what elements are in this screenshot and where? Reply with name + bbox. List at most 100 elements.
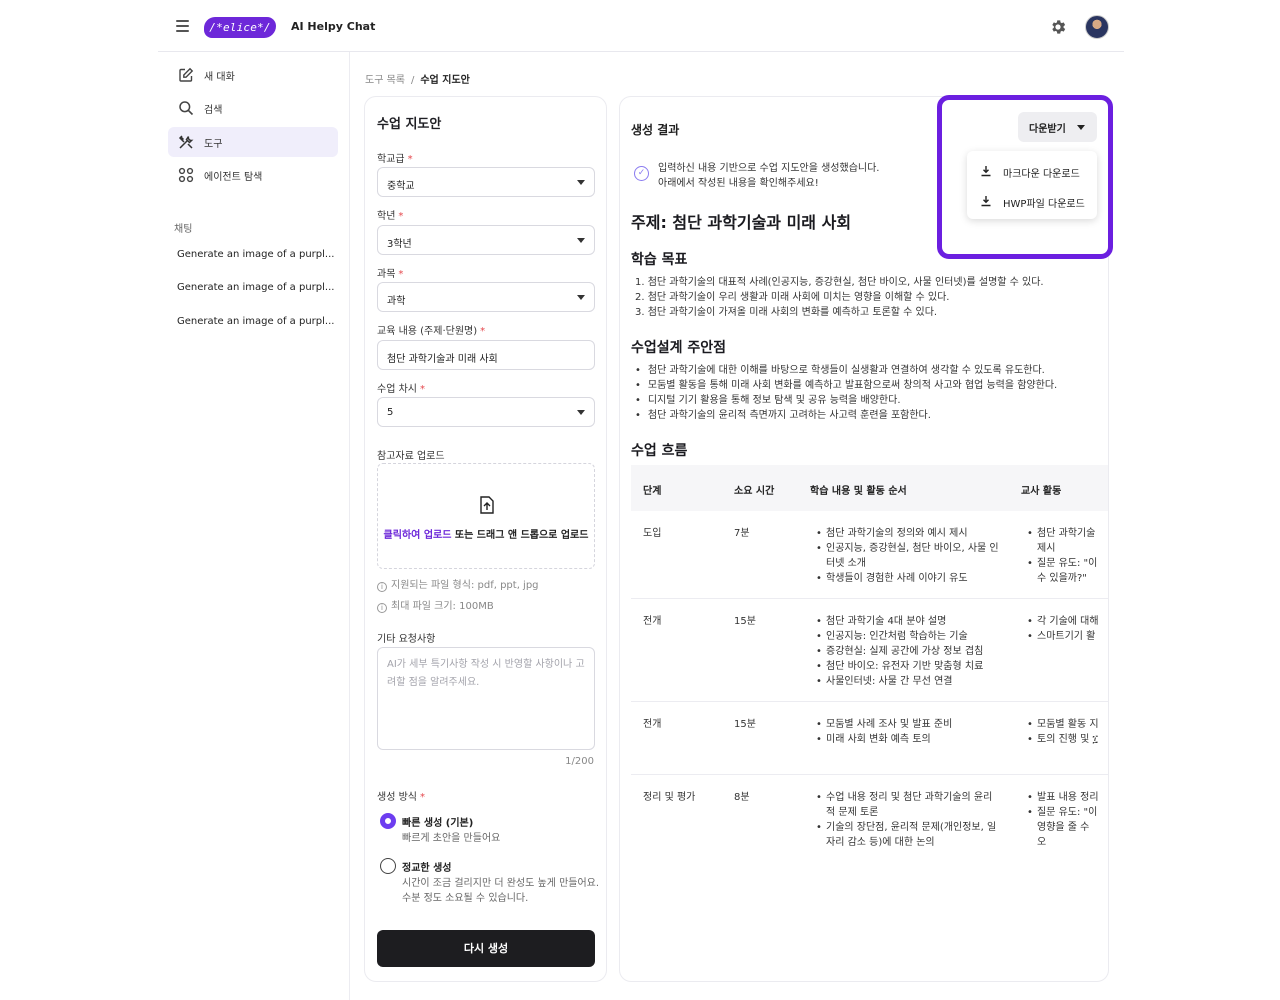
flow-heading: 수업 흐름 xyxy=(631,443,688,459)
content-input[interactable]: 첨단 과학기술과 미래 사회 xyxy=(377,340,595,370)
mode-label: 생성 방식 * xyxy=(377,792,425,803)
list-item: 3. 첨단 과학기술이 가져올 미래 사회의 변화를 예측하고 토론할 수 있다… xyxy=(635,307,938,318)
list-item: 디지털 기기 활용을 통해 정보 탐색 및 공유 능력을 배양한다. xyxy=(635,393,1057,408)
column-header: 소요 시간 xyxy=(734,486,775,497)
gear-icon[interactable] xyxy=(1049,18,1067,36)
result-notice: 입력하신 내용 기반으로 수업 지도안을 생성했습니다. 아래에서 작성된 내용을… xyxy=(658,163,880,189)
stage-cell: 도입 xyxy=(643,528,662,539)
textarea-placeholder: AI가 세부 특기사항 작성 시 반영할 사항이나 고려할 점을 알려주세요. xyxy=(387,659,585,688)
file-upload-icon xyxy=(480,496,494,514)
caret-down-icon xyxy=(577,295,585,300)
sidebar-item-label: 도구 xyxy=(204,139,223,150)
caret-down-icon xyxy=(577,410,585,415)
breadcrumb-parent[interactable]: 도구 목록 xyxy=(365,75,405,86)
avatar[interactable] xyxy=(1085,15,1109,39)
table-header: 단계 소요 시간 학습 내용 및 활동 순서 교사 활동 xyxy=(631,465,1108,511)
sidebar-item-label: 새 대화 xyxy=(204,72,235,83)
tools-icon xyxy=(178,135,194,149)
time-cell: 15분 xyxy=(734,616,756,627)
table-row: 정리 및 평가 8분 수업 내용 정리 및 첨단 과학기술의 윤리적 문제 토론… xyxy=(631,775,1108,865)
highlight-box xyxy=(937,95,1113,259)
goals-list: 1. 첨단 과학기술의 대표적 사례(인공지능, 증강현실, 첨단 바이오, 사… xyxy=(635,275,1044,320)
upload-format-hint: i 지원되는 파일 형식: pdf, ppt, jpg xyxy=(377,576,539,592)
topic-heading: 주제: 첨단 과학기술과 미래 사회 xyxy=(631,213,852,232)
school-level-label: 학교급 * xyxy=(377,154,413,165)
column-header: 학습 내용 및 활동 순서 xyxy=(810,486,907,497)
chat-history-item[interactable]: Generate an image of a purpl... xyxy=(177,316,334,327)
breadcrumb-separator: / xyxy=(410,75,415,86)
grade-select[interactable]: 3학년 xyxy=(377,225,595,255)
extra-request-textarea[interactable]: AI가 세부 특기사항 작성 시 반영할 사항이나 고려할 점을 알려주세요. xyxy=(377,647,595,750)
radio-precise[interactable] xyxy=(380,858,396,874)
teacher-cell: 첨단 과학기술 제시질문 유도: "이 수 있을까?" xyxy=(1027,526,1099,586)
sidebar-item-tools[interactable]: 도구 xyxy=(168,127,338,157)
stage-cell: 전개 xyxy=(643,719,662,730)
list-item: 2. 첨단 과학기술이 우리 생활과 미래 사회에 미치는 영향을 이해할 수 … xyxy=(635,292,950,303)
list-item: 1. 첨단 과학기술의 대표적 사례(인공지능, 증강현실, 첨단 바이오, 사… xyxy=(635,277,1044,288)
subject-select[interactable]: 과학 xyxy=(377,282,595,312)
list-item: 첨단 과학기술의 윤리적 측면까지 고려하는 사고력 훈련을 포함한다. xyxy=(635,408,1057,423)
caret-down-icon xyxy=(577,238,585,243)
session-label: 수업 차시 * xyxy=(377,384,425,395)
regenerate-button[interactable]: 다시 생성 xyxy=(377,930,595,967)
radio-fast[interactable] xyxy=(380,813,396,829)
chat-history-item[interactable]: Generate an image of a purpl... xyxy=(177,249,334,260)
goals-heading: 학습 목표 xyxy=(631,252,688,268)
chat-history-item[interactable]: Generate an image of a purpl... xyxy=(177,282,334,293)
chat-section-label: 채팅 xyxy=(174,224,193,235)
upload-link[interactable]: 클릭하여 업로드 xyxy=(384,530,452,541)
time-cell: 15분 xyxy=(734,719,756,730)
stage-cell: 전개 xyxy=(643,616,662,627)
table-row: 도입 7분 첨단 과학기술의 정의와 예시 제시인공지능, 증강현실, 첨단 바… xyxy=(631,511,1108,599)
radio-precise-desc: 시간이 조금 걸리지만 더 완성도 높게 만들어요. 수분 정도 소요될 수 있습… xyxy=(402,878,600,904)
column-header: 단계 xyxy=(643,486,662,497)
content-cell: 첨단 과학기술의 정의와 예시 제시인공지능, 증강현실, 첨단 바이오, 사물… xyxy=(816,526,1001,586)
sidebar-item-label: 검색 xyxy=(204,105,223,116)
sidebar-item-search[interactable]: 검색 xyxy=(168,93,338,123)
menu-icon[interactable] xyxy=(176,20,189,32)
content-cell: 수업 내용 정리 및 첨단 과학기술의 윤리적 문제 토론기술의 장단점, 윤리… xyxy=(816,790,1001,850)
sidebar-item-agents[interactable]: 에이전트 탐색 xyxy=(168,160,338,190)
table-row: 전개 15분 첨단 과학기술 4대 분야 설명인공지능: 인간처럼 학습하는 기… xyxy=(631,599,1108,702)
column-header: 교사 활동 xyxy=(1021,486,1062,497)
sidebar-item-new-chat[interactable]: 새 대화 xyxy=(168,60,338,90)
content-cell: 모둠별 사례 조사 및 발표 준비미래 사회 변화 예측 토의 xyxy=(816,717,1001,747)
teacher-cell: 각 기술에 대해스마트기기 활 xyxy=(1027,614,1099,644)
time-cell: 8분 xyxy=(734,792,750,803)
chevron-down-icon[interactable]: ⌵ xyxy=(362,20,370,31)
char-counter: 1/200 xyxy=(565,756,594,767)
radio-precise-title: 정교한 생성 xyxy=(402,863,452,874)
content-cell: 첨단 과학기술 4대 분야 설명인공지능: 인간처럼 학습하는 기술증강현실: … xyxy=(816,614,1001,689)
notes-list: 첨단 과학기술에 대한 이해를 바탕으로 학생들이 실생활과 연결하여 생각할 … xyxy=(635,363,1057,423)
session-select[interactable]: 5 xyxy=(377,397,595,427)
content-label: 교육 내용 (주제·단원명) * xyxy=(377,326,486,337)
sidebar: 새 대화 검색 도구 에이전트 탐색 채팅 Generate an image … xyxy=(158,52,350,1000)
school-level-select[interactable]: 중학교 xyxy=(377,167,595,197)
lesson-plan-form: 수업 지도안 학교급 * 중학교 학년 * 3학년 과목 * 과학 교육 내용 (주제… xyxy=(364,96,607,982)
radio-fast-title: 빠른 생성 (기본) xyxy=(402,818,474,829)
elice-logo[interactable]: /*elice*/ xyxy=(204,17,276,38)
form-title: 수업 지도안 xyxy=(377,117,442,132)
sidebar-item-label: 에이전트 탐색 xyxy=(204,172,263,183)
info-icon: i xyxy=(377,603,387,613)
subject-label: 과목 * xyxy=(377,269,404,280)
top-bar: /*elice*/ AI Helpy Chat ⌵ xyxy=(158,0,1124,52)
file-upload-dropzone[interactable]: 클릭하여 업로드 또는 드래그 앤 드롭으로 업로드 xyxy=(377,463,595,569)
list-item: 모둠별 활동을 통해 미래 사회 변화를 예측하고 발표함으로써 창의적 사고와… xyxy=(635,378,1057,393)
upload-label: 참고자료 업로드 xyxy=(377,451,445,462)
notes-heading: 수업설계 주안점 xyxy=(631,340,727,356)
upload-instruction: 클릭하여 업로드 또는 드래그 앤 드롭으로 업로드 xyxy=(383,530,589,541)
stage-cell: 정리 및 평가 xyxy=(643,792,696,803)
table-row: 전개 15분 모둠별 사례 조사 및 발표 준비미래 사회 변화 예측 토의 모… xyxy=(631,702,1108,775)
time-cell: 7분 xyxy=(734,528,750,539)
radio-fast-desc: 빠르게 초안을 만들어요 xyxy=(402,833,501,844)
upload-size-hint: i 최대 파일 크기: 100MB xyxy=(377,597,494,613)
breadcrumb: 도구 목록 / 수업 지도안 xyxy=(365,71,470,86)
info-icon: i xyxy=(377,582,387,592)
breadcrumb-current: 수업 지도안 xyxy=(420,75,470,86)
caret-down-icon xyxy=(577,180,585,185)
check-circle-icon: ✓ xyxy=(634,166,649,181)
search-icon xyxy=(179,101,194,116)
list-item: 첨단 과학기술에 대한 이해를 바탕으로 학생들이 실생활과 연결하여 생각할 … xyxy=(635,363,1057,378)
agents-icon xyxy=(178,167,194,183)
